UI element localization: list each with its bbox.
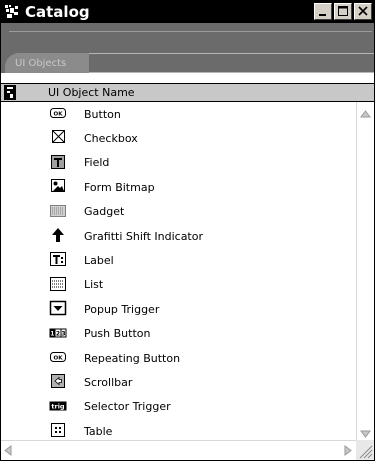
minimize-button[interactable] <box>314 3 332 20</box>
checkbox-icon <box>52 130 65 144</box>
item-label: Scrollbar <box>84 375 133 389</box>
repeating-button-icon: OK <box>50 351 66 362</box>
resize-grip-icon <box>359 445 373 459</box>
window-title: Catalog <box>25 3 90 21</box>
scroll-left-arrow-icon[interactable] <box>4 445 12 456</box>
list-item-form-bitmap[interactable]: Form Bitmap <box>1 175 356 199</box>
list-item-field[interactable]: Field <box>1 151 356 175</box>
item-label: Push Button <box>84 327 151 341</box>
item-label: List <box>84 278 104 292</box>
item-label: Grafitti Shift Indicator <box>84 229 204 243</box>
horizontal-scrollbar[interactable] <box>1 440 356 460</box>
item-label: Gadget <box>84 205 125 219</box>
svg-text:OK: OK <box>54 112 64 118</box>
svg-text:3: 3 <box>61 330 65 337</box>
list-item-repeating-button[interactable]: OK Repeating Button <box>1 346 356 370</box>
selector-trigger-icon: trig <box>49 401 67 410</box>
list-item-push-button[interactable]: 1 2 3 Push Button <box>1 322 356 346</box>
svg-text:2: 2 <box>56 330 60 337</box>
list-item-selector-trigger[interactable]: trig Selector Trigger <box>1 395 356 419</box>
column-header[interactable]: UI Object Name <box>1 83 374 102</box>
tab-divider-bottom <box>89 72 374 73</box>
item-label: Label <box>84 254 114 268</box>
ui-object-list: OK Button Checkbox Field Form Bitmap Gad… <box>1 102 356 440</box>
label-icon <box>50 252 66 267</box>
svg-text:trig: trig <box>51 402 65 410</box>
item-label: Selector Trigger <box>84 400 171 414</box>
field-icon <box>51 154 65 169</box>
list-item-scrollbar[interactable]: Scrollbar <box>1 370 356 394</box>
button-icon: OK <box>50 108 66 118</box>
column-label-name: UI Object Name <box>48 86 135 99</box>
scroll-right-arrow-icon[interactable] <box>344 445 352 456</box>
window-controls <box>312 3 372 21</box>
item-label: Popup Trigger <box>84 302 160 316</box>
item-label: Form Bitmap <box>84 180 155 194</box>
scroll-down-arrow-icon[interactable] <box>360 430 371 438</box>
item-label: Table <box>84 424 113 438</box>
popup-trigger-icon <box>49 300 67 316</box>
tab-strip-bar <box>9 31 372 54</box>
catalog-window: Catalog UI Objects UI Object Name OK But… <box>0 0 375 461</box>
svg-text:1: 1 <box>50 330 54 337</box>
list-item-shift-indicator[interactable]: Grafitti Shift Indicator <box>1 224 356 248</box>
close-button[interactable] <box>354 3 372 20</box>
item-label: Repeating Button <box>84 351 181 365</box>
tab-ui-objects[interactable]: UI Objects <box>5 53 89 73</box>
scrollbar-icon <box>51 374 65 389</box>
sort-order-icon <box>4 85 16 100</box>
shift-indicator-icon <box>52 227 64 242</box>
vertical-scrollbar[interactable] <box>356 102 374 440</box>
list-item-checkbox[interactable]: Checkbox <box>1 126 356 150</box>
tab-divider <box>89 53 374 54</box>
table-icon <box>51 423 65 438</box>
close-icon <box>358 6 368 16</box>
item-label: Field <box>84 156 110 170</box>
list-item-label[interactable]: Label <box>1 248 356 272</box>
list-item-list[interactable]: List <box>1 273 356 297</box>
catalog-app-icon <box>4 4 20 20</box>
tab-label: UI Objects <box>15 57 67 69</box>
tab-strip: UI Objects <box>1 23 374 73</box>
gadget-icon <box>50 204 66 217</box>
item-label: Checkbox <box>84 132 138 146</box>
list-item-gadget[interactable]: Gadget <box>1 200 356 224</box>
minimize-icon <box>319 14 326 16</box>
list-item-button[interactable]: OK Button <box>1 102 356 126</box>
resize-grip[interactable] <box>356 440 374 460</box>
form-bitmap-icon <box>51 179 65 193</box>
svg-text:OK: OK <box>54 355 64 361</box>
item-label: Button <box>84 107 121 121</box>
maximize-icon <box>338 6 348 16</box>
maximize-button[interactable] <box>334 3 352 20</box>
list-item-popup-trigger[interactable]: Popup Trigger <box>1 297 356 321</box>
list-icon <box>50 276 66 291</box>
push-button-icon: 1 2 3 <box>49 328 67 338</box>
title-bar[interactable]: Catalog <box>1 1 374 23</box>
scroll-up-arrow-icon[interactable] <box>360 110 371 118</box>
